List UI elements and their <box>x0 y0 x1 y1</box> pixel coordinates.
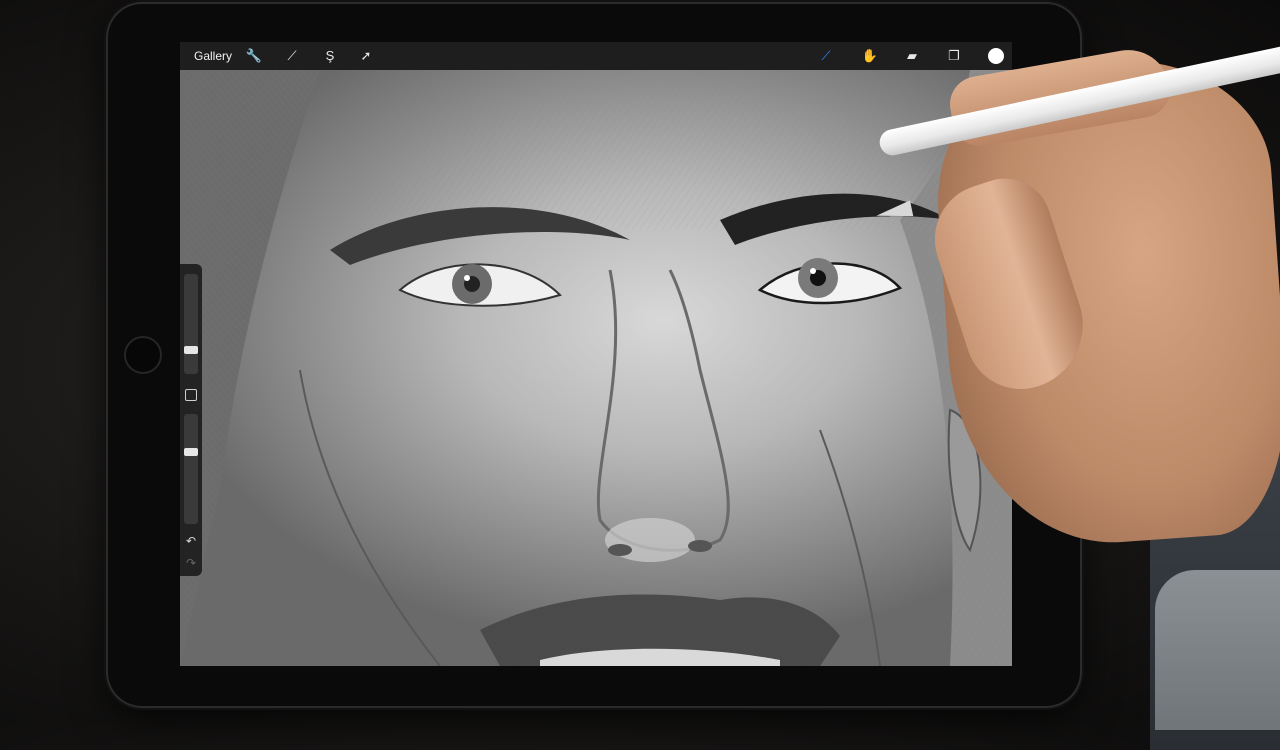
drawing-canvas[interactable] <box>180 70 1012 666</box>
smudge-icon[interactable]: ✋ <box>860 46 880 66</box>
brush-size-slider[interactable] <box>184 274 198 374</box>
portrait-sketch <box>180 70 1012 666</box>
sleeve-cuff <box>1155 570 1280 730</box>
home-button[interactable] <box>124 336 162 374</box>
selection-s-icon[interactable]: Ş <box>320 46 340 66</box>
side-panel: ↶ ↷ <box>180 264 202 576</box>
wrench-icon[interactable]: 🔧 <box>244 46 264 66</box>
modify-button[interactable] <box>185 389 197 401</box>
transform-arrow-icon[interactable]: ➚ <box>356 46 376 66</box>
brush-icon[interactable]: ⟋ <box>816 46 836 66</box>
brush-size-thumb[interactable] <box>184 346 198 354</box>
top-toolbar: Gallery 🔧 ⟋ Ş ➚ ⟋ ✋ ▰ ❐ <box>180 42 1012 70</box>
opacity-slider[interactable] <box>184 414 198 524</box>
color-circle-icon[interactable] <box>986 46 1006 66</box>
redo-icon[interactable]: ↷ <box>184 556 198 570</box>
eraser-icon[interactable]: ▰ <box>902 46 922 66</box>
layers-icon[interactable]: ❐ <box>944 46 964 66</box>
magic-wand-icon[interactable]: ⟋ <box>282 46 302 66</box>
opacity-thumb[interactable] <box>184 448 198 456</box>
gallery-button[interactable]: Gallery <box>194 49 232 63</box>
undo-icon[interactable]: ↶ <box>184 534 198 548</box>
